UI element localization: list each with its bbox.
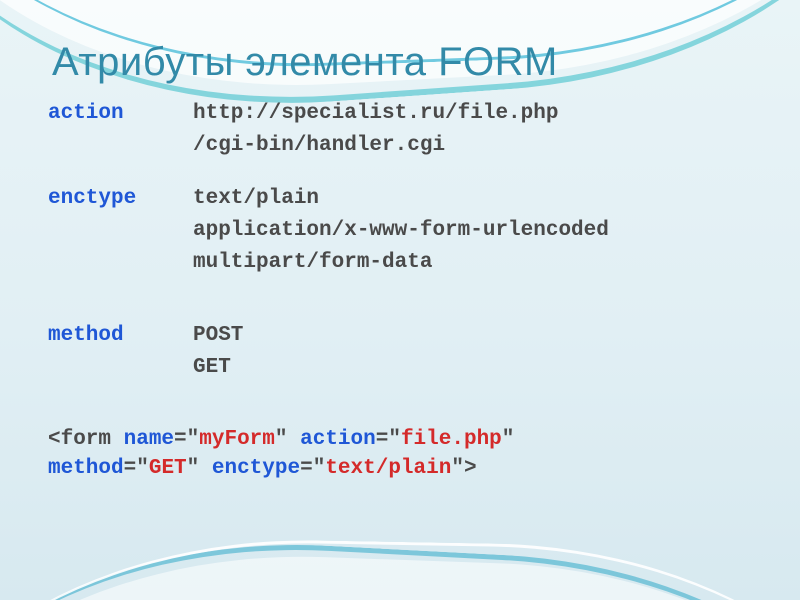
code-tag-open: <form [48,428,124,451]
decorative-swoosh [0,533,800,600]
slide: Атрибуты элемента FORM action http://spe… [0,0,800,600]
code-attr-value: myForm [199,428,275,451]
slide-title: Атрибуты элемента FORM [52,40,558,85]
code-tag-close: > [464,457,477,480]
slide-body: action http://specialist.ru/file.php /cg… [48,100,752,483]
code-eq: =" [376,428,401,451]
code-attr-name: action [300,428,376,451]
attr-name-empty [48,354,193,382]
attr-value: /cgi-bin/handler.cgi [193,132,445,160]
attr-row-enctype-2: application/x-www-form-urlencoded [48,217,752,245]
decorative-swoosh [0,523,800,600]
code-line-2: method="GET" enctype="text/plain"> [48,455,752,483]
code-attr-value: file.php [401,428,502,451]
attr-row-method: method POST [48,322,752,350]
code-attr-value: GET [149,457,187,480]
code-quote: " [502,428,515,451]
attr-row-enctype: enctype text/plain [48,185,752,213]
code-eq: =" [124,457,149,480]
code-attr-name: method [48,457,124,480]
attr-row-enctype-3: multipart/form-data [48,249,752,277]
code-eq: =" [300,457,325,480]
attr-value: text/plain [193,185,319,213]
attr-name: action [48,100,193,128]
code-attr-value: text/plain [325,457,451,480]
attr-name-empty [48,249,193,277]
code-quote: " [187,457,200,480]
code-line-1: <form name="myForm" action="file.php" [48,426,752,454]
code-quote: " [275,428,288,451]
attr-value: POST [193,322,243,350]
attr-row-action: action http://specialist.ru/file.php [48,100,752,128]
attr-name-empty [48,217,193,245]
decorative-swoosh [0,542,800,600]
attr-row-method-2: GET [48,354,752,382]
code-attr-name: name [124,428,174,451]
attr-name: method [48,322,193,350]
code-attr-name: enctype [212,457,300,480]
attr-value: GET [193,354,231,382]
attr-value: multipart/form-data [193,249,432,277]
code-space [199,457,212,480]
code-quote: " [451,457,464,480]
attr-name: enctype [48,185,193,213]
code-eq: =" [174,428,199,451]
attr-value: http://specialist.ru/file.php [193,100,558,128]
attr-value: application/x-www-form-urlencoded [193,217,609,245]
attr-row-action-2: /cgi-bin/handler.cgi [48,132,752,160]
code-space [288,428,301,451]
attr-name-empty [48,132,193,160]
